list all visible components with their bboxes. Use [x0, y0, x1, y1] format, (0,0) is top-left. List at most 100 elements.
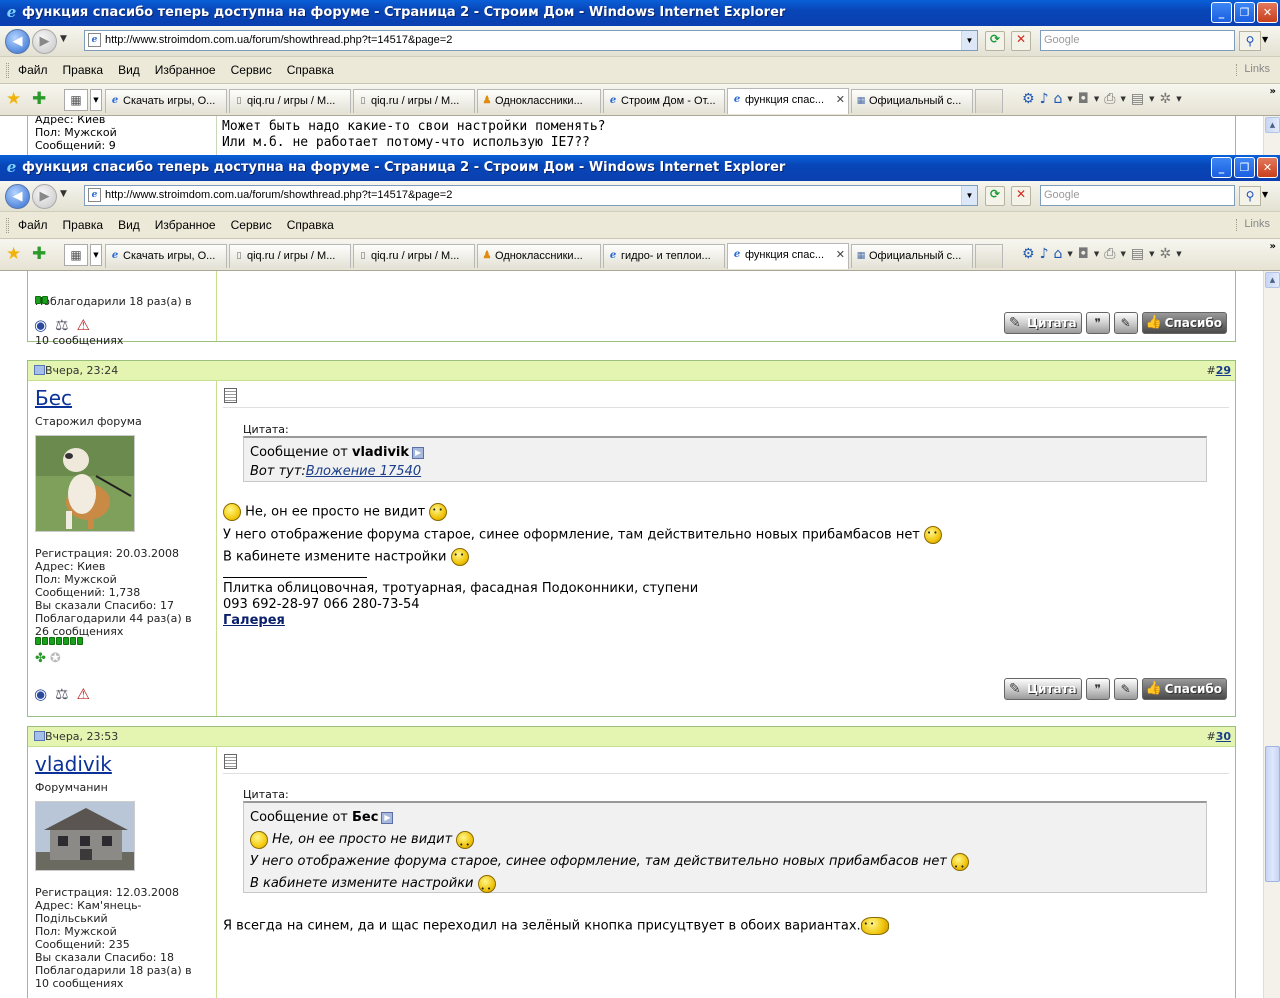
history-dropdown-icon[interactable]: ▼	[60, 34, 67, 44]
feeds-icon[interactable]: ◘	[1078, 91, 1089, 107]
stop-button[interactable]: ✕	[1011, 186, 1031, 206]
thanks-button[interactable]: Спасибо	[1141, 678, 1227, 700]
tab-active[interactable]: e функция спас... ✕	[727, 88, 849, 114]
menu-tools[interactable]: Сервис	[231, 218, 272, 232]
username-link[interactable]: vladivik	[35, 752, 112, 776]
search-dropdown-icon[interactable]: ▼	[1262, 190, 1268, 199]
menu-help[interactable]: Справка	[287, 218, 334, 232]
menu-file[interactable]: Файл	[18, 218, 48, 232]
multiquote-button[interactable]: ❞	[1085, 678, 1110, 700]
new-tab-button[interactable]	[975, 244, 1003, 268]
links-toolbar[interactable]: Links	[1236, 63, 1270, 76]
close-button[interactable]: ✕	[1257, 157, 1278, 178]
research-icon[interactable]: ⚙	[1022, 246, 1035, 262]
messenger-icon[interactable]: ♪	[1040, 91, 1049, 107]
search-input[interactable]: Google	[1040, 30, 1235, 51]
home-icon[interactable]: ⌂	[1054, 91, 1063, 107]
maximize-button[interactable]: ❐	[1234, 2, 1255, 23]
attachment-link[interactable]: Вложение 17540	[306, 464, 421, 479]
menu-file[interactable]: Файл	[18, 63, 48, 77]
tab-1[interactable]: e Скачать игры, О...	[105, 89, 227, 113]
quick-tabs-icon[interactable]: ▦	[64, 244, 88, 266]
favorites-star-icon[interactable]: ★	[6, 243, 21, 265]
quote-button[interactable]: Цитата	[1004, 678, 1082, 700]
back-button[interactable]: ◀	[5, 184, 30, 209]
back-button[interactable]: ◀	[5, 29, 30, 54]
print-dropdown-icon[interactable]: ▼	[1120, 95, 1125, 103]
tab-2[interactable]: ▯ qiq.ru / игры / М...	[229, 244, 351, 268]
view-post-arrow-icon[interactable]: ▶	[412, 446, 425, 459]
home-dropdown-icon[interactable]: ▼	[1067, 250, 1072, 258]
search-button[interactable]: ⚲	[1239, 31, 1261, 51]
report-icon[interactable]: ⚠	[77, 316, 90, 334]
favorites-star-icon[interactable]: ★	[6, 88, 21, 110]
home-icon[interactable]: ⌂	[1054, 246, 1063, 262]
research-icon[interactable]: ⚙	[1022, 91, 1035, 107]
url-input[interactable]: e http://www.stroimdom.com.ua/forum/show…	[84, 30, 978, 51]
post-permalink[interactable]: 29	[1216, 364, 1231, 377]
messenger-icon[interactable]: ♪	[1040, 246, 1049, 262]
search-button[interactable]: ⚲	[1239, 186, 1261, 206]
close-tab-icon[interactable]: ✕	[836, 244, 845, 266]
tab-7[interactable]: ▦ Официальный с...	[851, 244, 973, 268]
avatar[interactable]	[35, 801, 135, 871]
add-favorite-icon[interactable]: ✚	[32, 243, 46, 265]
tab-4[interactable]: ♟ Одноклассники...	[477, 244, 601, 268]
tab-4[interactable]: ♟ Одноклассники...	[477, 89, 601, 113]
refresh-button[interactable]: ⟳	[985, 186, 1005, 206]
page-menu-icon[interactable]: ▤	[1131, 246, 1144, 262]
url-input[interactable]: e http://www.stroimdom.com.ua/forum/show…	[84, 185, 978, 206]
username-link[interactable]: Бес	[35, 386, 72, 410]
tools-dropdown-icon[interactable]: ▼	[1176, 95, 1181, 103]
tab-7[interactable]: ▦ Официальный с...	[851, 89, 973, 113]
tab-5[interactable]: e Строим Дом - От...	[603, 89, 725, 113]
maximize-button[interactable]: ❐	[1234, 157, 1255, 178]
reputation-scale-icon[interactable]: ⚖	[55, 685, 68, 703]
tools-gear-icon[interactable]: ✲	[1159, 91, 1171, 107]
tools-dropdown-icon[interactable]: ▼	[1176, 250, 1181, 258]
url-dropdown-icon[interactable]: ▼	[961, 31, 977, 50]
feeds-dropdown-icon[interactable]: ▼	[1094, 250, 1099, 258]
home-dropdown-icon[interactable]: ▼	[1067, 95, 1072, 103]
tab-1[interactable]: e Скачать игры, О...	[105, 244, 227, 268]
page-dropdown-icon[interactable]: ▼	[1149, 95, 1154, 103]
gallery-link[interactable]: Галерея	[223, 613, 285, 628]
post-permalink[interactable]: 30	[1216, 730, 1231, 743]
minimize-button[interactable]: _	[1211, 2, 1232, 23]
quick-reply-button[interactable]: ✎	[1113, 312, 1138, 334]
quick-reply-button[interactable]: ✎	[1113, 678, 1138, 700]
chevron-more-icon[interactable]: »	[1270, 86, 1276, 97]
menu-view[interactable]: Вид	[118, 218, 140, 232]
quick-tabs-icon[interactable]: ▦	[64, 89, 88, 111]
links-toolbar[interactable]: Links	[1236, 218, 1270, 231]
vertical-scrollbar[interactable]: ▲	[1263, 271, 1280, 998]
scroll-up-icon[interactable]: ▲	[1265, 272, 1280, 288]
menu-edit[interactable]: Правка	[63, 63, 104, 77]
tab-active[interactable]: e функция спас... ✕	[727, 243, 849, 269]
stop-button[interactable]: ✕	[1011, 31, 1031, 51]
menu-favorites[interactable]: Избранное	[155, 63, 216, 77]
scroll-up-icon[interactable]: ▲	[1265, 117, 1280, 133]
tab-2[interactable]: ▯ qiq.ru / игры / М...	[229, 89, 351, 113]
history-dropdown-icon[interactable]: ▼	[60, 189, 67, 199]
view-post-arrow-icon[interactable]: ▶	[381, 811, 394, 824]
minimize-button[interactable]: _	[1211, 157, 1232, 178]
forward-button[interactable]: ▶	[32, 184, 57, 209]
refresh-button[interactable]: ⟳	[985, 31, 1005, 51]
search-dropdown-icon[interactable]: ▼	[1262, 35, 1268, 44]
multiquote-button[interactable]: ❞	[1085, 312, 1110, 334]
search-input[interactable]: Google	[1040, 185, 1235, 206]
menu-help[interactable]: Справка	[287, 63, 334, 77]
menu-favorites[interactable]: Избранное	[155, 218, 216, 232]
reputation-scale-icon[interactable]: ⚖	[55, 316, 68, 334]
chevron-more-icon[interactable]: »	[1270, 241, 1276, 252]
close-tab-icon[interactable]: ✕	[836, 89, 845, 111]
avatar[interactable]	[35, 435, 135, 532]
tools-gear-icon[interactable]: ✲	[1159, 246, 1171, 262]
tab-list-dropdown-icon[interactable]: ▼	[90, 244, 102, 266]
thanks-button[interactable]: Спасибо	[1141, 312, 1227, 334]
feeds-dropdown-icon[interactable]: ▼	[1094, 95, 1099, 103]
tab-3[interactable]: ▯ qiq.ru / игры / М...	[353, 244, 475, 268]
vertical-scrollbar[interactable]: ▲	[1263, 116, 1280, 156]
menu-view[interactable]: Вид	[118, 63, 140, 77]
